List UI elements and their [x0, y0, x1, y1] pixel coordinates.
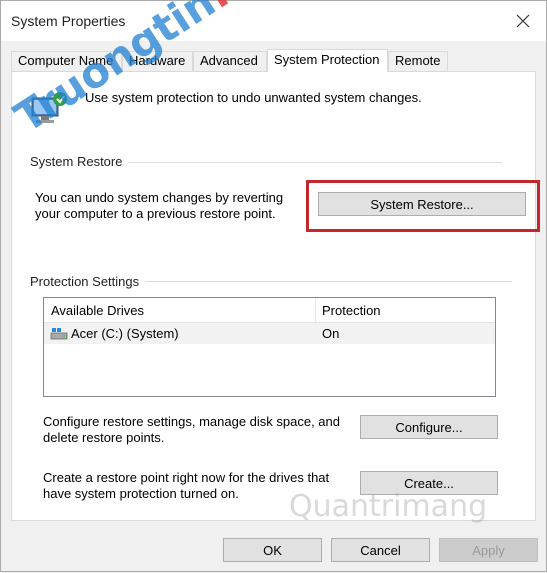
drive-row[interactable]: Acer (C:) (System) On	[44, 323, 495, 344]
tab-remote[interactable]: Remote	[388, 51, 448, 71]
system-restore-group-title: System Restore	[30, 154, 129, 169]
column-header-available-drives[interactable]: Available Drives	[51, 303, 144, 318]
apply-button[interactable]: Apply	[439, 538, 538, 562]
column-separator	[315, 298, 316, 322]
ok-button[interactable]: OK	[223, 538, 322, 562]
tab-strip: Computer Name Hardware Advanced System P…	[11, 49, 541, 72]
system-protection-icon	[31, 92, 67, 123]
column-header-protection[interactable]: Protection	[322, 303, 381, 318]
create-button[interactable]: Create...	[360, 471, 498, 495]
protection-settings-group-title: Protection Settings	[30, 274, 146, 289]
drive-protection-status: On	[322, 326, 340, 341]
intro-text: Use system protection to undo unwanted s…	[85, 90, 422, 105]
close-button[interactable]	[506, 6, 540, 36]
title-bar: System Properties	[1, 1, 546, 41]
tab-system-protection[interactable]: System Protection	[267, 49, 388, 72]
tab-advanced[interactable]: Advanced	[193, 51, 267, 71]
system-restore-description: You can undo system changes by reverting…	[35, 190, 284, 221]
window-title: System Properties	[11, 13, 126, 29]
system-restore-button[interactable]: System Restore...	[318, 192, 526, 216]
create-description: Create a restore point right now for the…	[43, 470, 330, 501]
configure-description: Configure restore settings, manage disk …	[43, 414, 341, 445]
tab-computer-name[interactable]: Computer Name	[11, 51, 122, 71]
configure-button[interactable]: Configure...	[360, 415, 498, 439]
cancel-button[interactable]: Cancel	[331, 538, 430, 562]
system-protection-panel: Use system protection to undo unwanted s…	[11, 71, 540, 521]
system-properties-window: System Properties Computer Name Hardware…	[0, 0, 547, 572]
drive-icon	[50, 328, 68, 340]
drives-list-header: Available Drives Protection	[44, 298, 495, 323]
drive-name: Acer (C:) (System)	[71, 326, 179, 341]
tab-hardware[interactable]: Hardware	[122, 51, 193, 71]
drives-list[interactable]: Available Drives Protection Acer (C:) (S…	[43, 297, 496, 397]
dialog-footer: OK Cancel Apply	[1, 529, 546, 573]
close-icon	[516, 14, 530, 28]
